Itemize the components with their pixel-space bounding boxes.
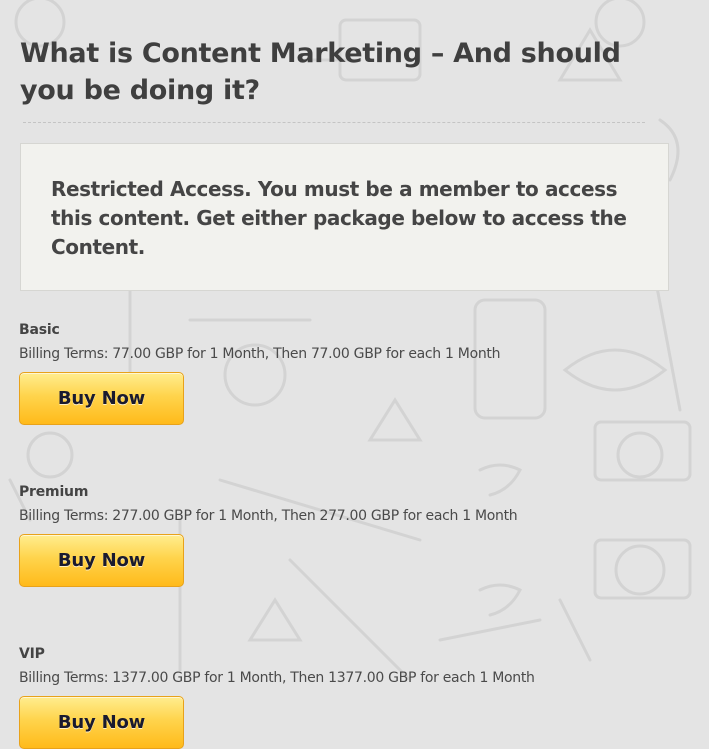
package-vip: VIP Billing Terms: 1377.00 GBP for 1 Mon… (19, 644, 639, 749)
buy-now-label: Buy Now (57, 388, 146, 409)
package-name: VIP (19, 646, 45, 662)
buy-now-label: Buy Now (57, 712, 146, 733)
page-title: What is Content Marketing – And should y… (20, 38, 621, 106)
buy-now-button-premium[interactable]: Buy Now (19, 534, 184, 587)
restricted-access-notice: Restricted Access. You must be a member … (20, 143, 669, 291)
package-name: Premium (19, 484, 89, 500)
buy-now-button-vip[interactable]: Buy Now (19, 696, 184, 749)
buy-now-button-basic[interactable]: Buy Now (19, 372, 184, 425)
buy-now-label: Buy Now (57, 550, 146, 571)
billing-terms: Billing Terms: 1377.00 GBP for 1 Month, … (19, 670, 535, 686)
package-name: Basic (19, 322, 60, 338)
title-divider (23, 122, 645, 123)
billing-terms: Billing Terms: 277.00 GBP for 1 Month, T… (19, 508, 518, 524)
package-premium: Premium Billing Terms: 277.00 GBP for 1 … (19, 482, 639, 587)
package-basic: Basic Billing Terms: 77.00 GBP for 1 Mon… (19, 320, 639, 425)
billing-terms: Billing Terms: 77.00 GBP for 1 Month, Th… (19, 346, 501, 362)
restricted-access-text: Restricted Access. You must be a member … (51, 177, 627, 259)
